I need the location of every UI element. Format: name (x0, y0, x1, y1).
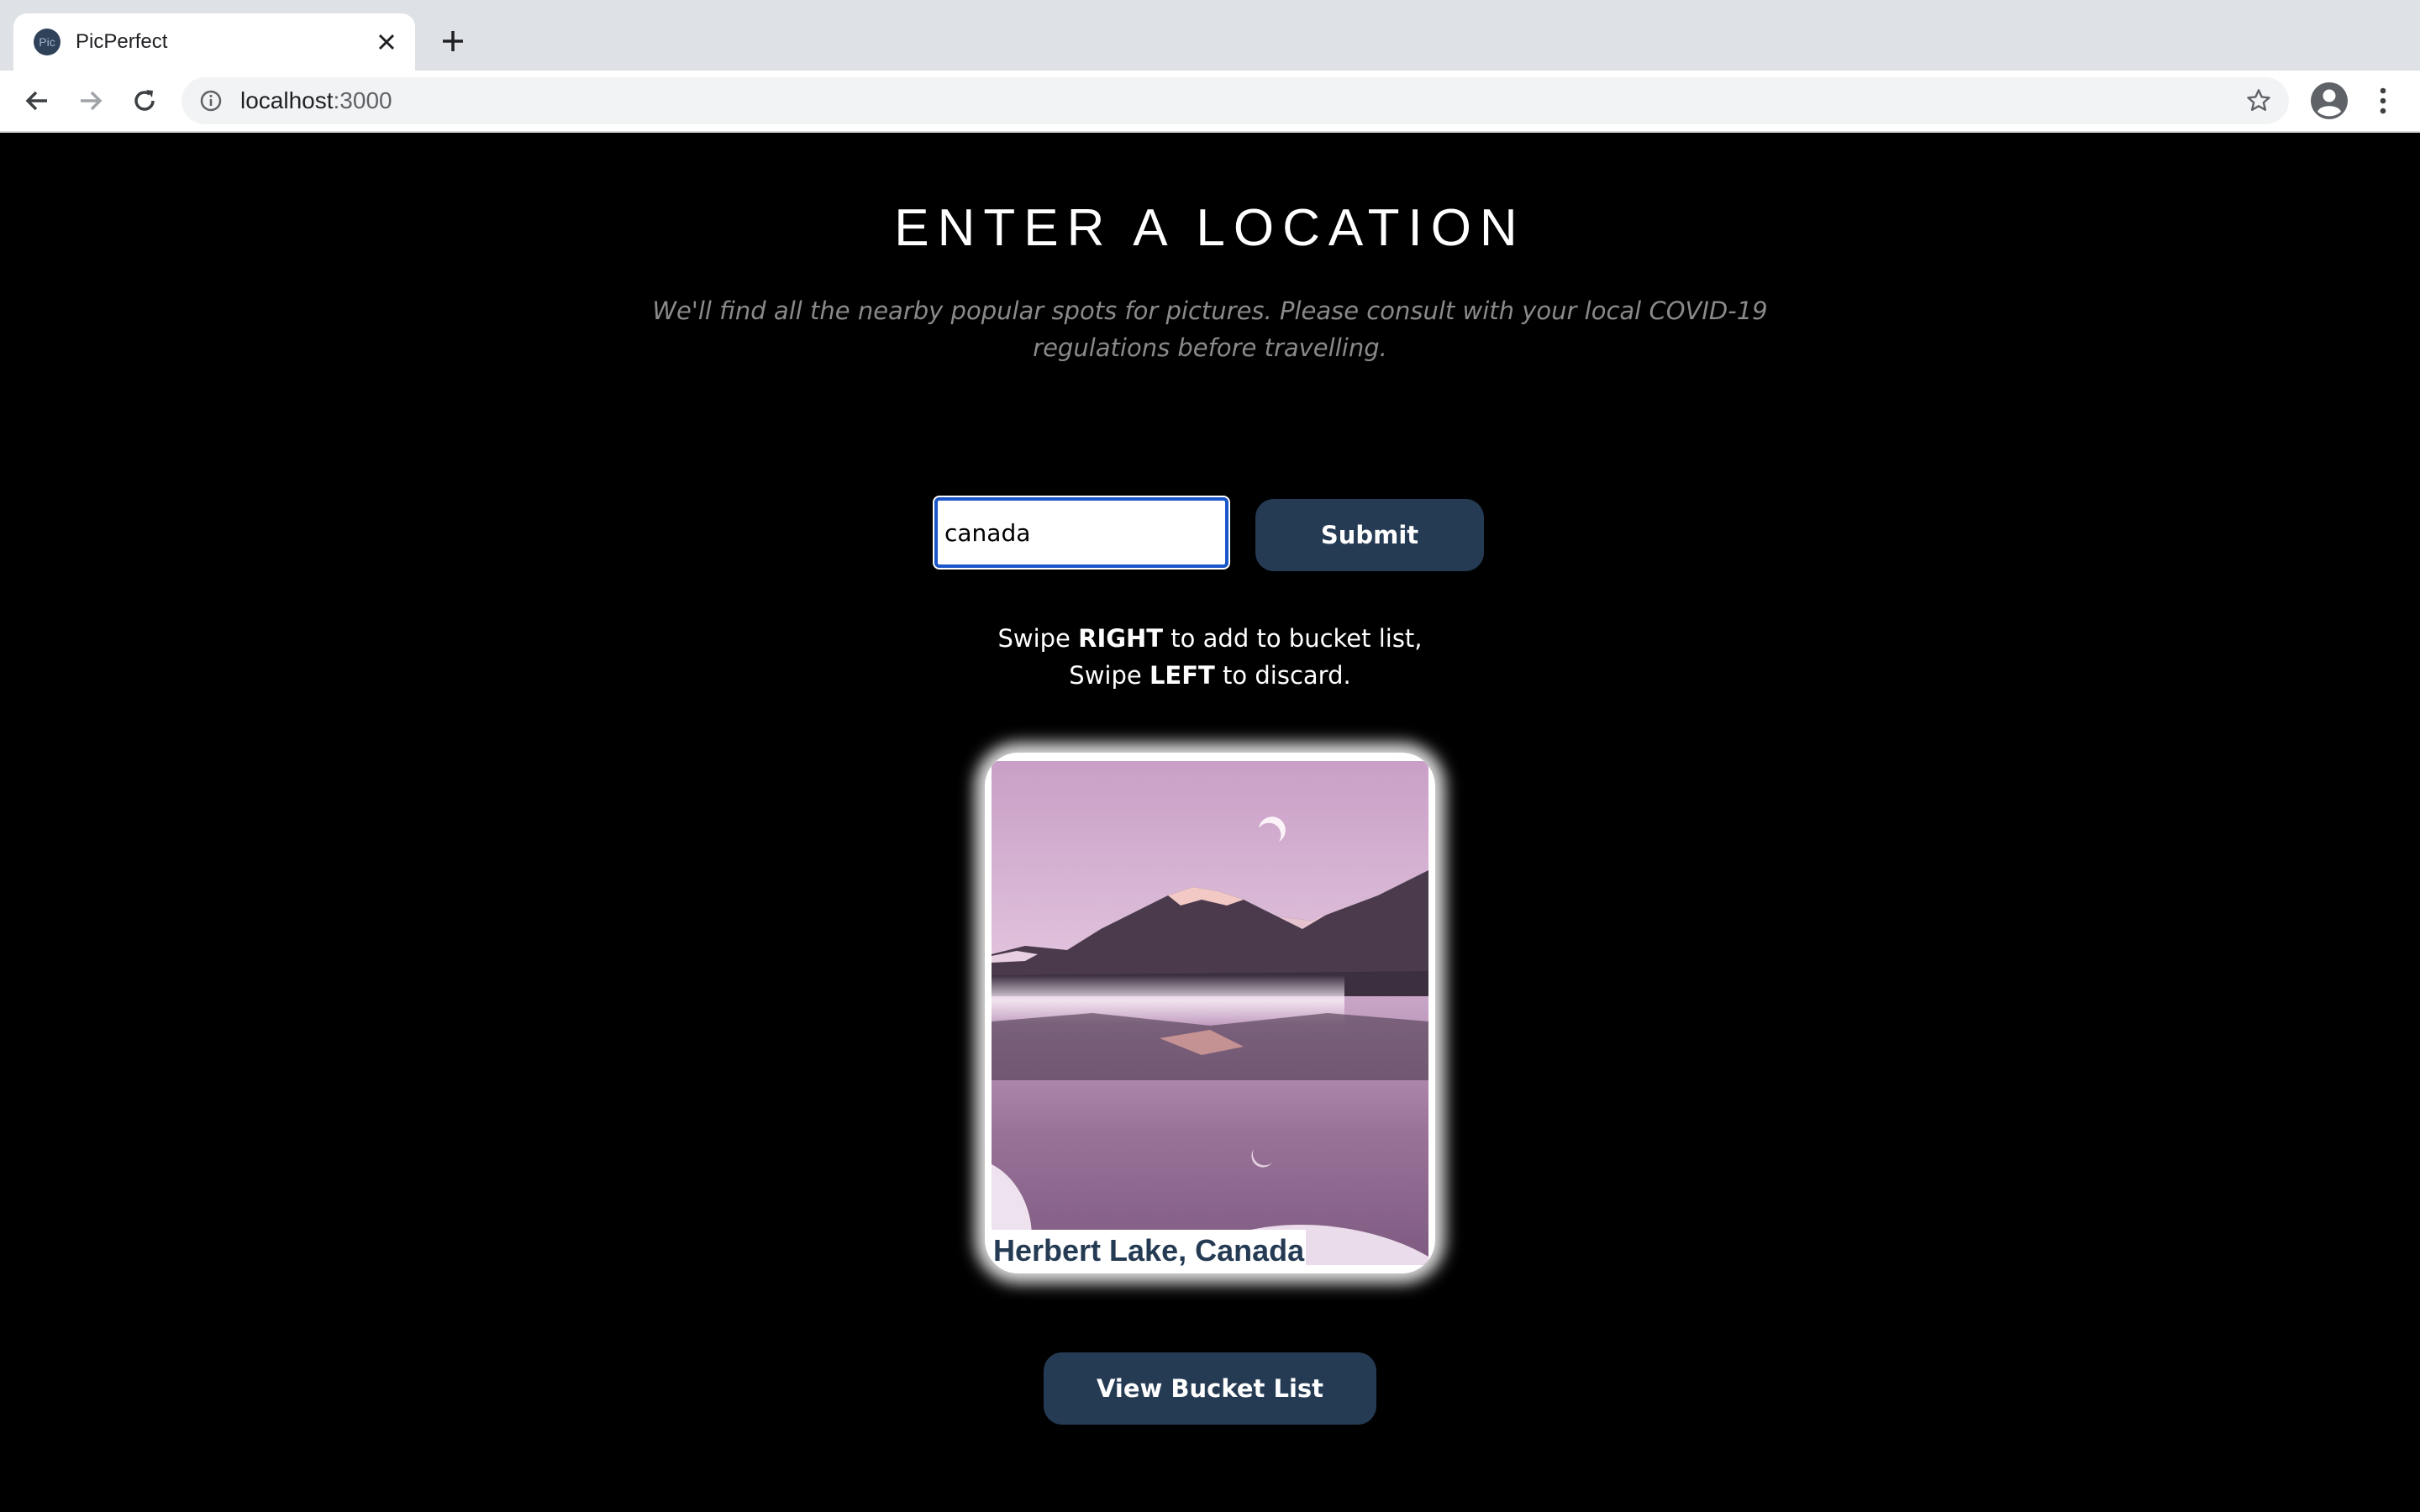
bookmark-star-icon[interactable] (2244, 86, 2274, 116)
instruction-line-right: Swipe RIGHT to add to bucket list, (0, 620, 2420, 657)
instruction-text: to discard. (1214, 661, 1351, 690)
url-port: :3000 (333, 87, 392, 113)
browser-toolbar: localhost:3000 (0, 71, 2420, 133)
new-tab-icon[interactable] (434, 22, 472, 60)
site-info-icon[interactable] (198, 88, 224, 113)
instruction-text: to add to bucket list, (1163, 624, 1423, 653)
favicon-text: Pic (39, 35, 55, 49)
browser-menu-icon[interactable] (2366, 81, 2400, 121)
page-subtitle: We'll find all the nearby popular spots … (652, 297, 1768, 362)
close-tab-icon[interactable] (370, 25, 403, 59)
address-bar[interactable]: localhost:3000 (182, 77, 2289, 124)
instruction-left-keyword: LEFT (1149, 661, 1215, 690)
instruction-line-left: Swipe LEFT to discard. (0, 657, 2420, 694)
url-host: localhost (240, 87, 334, 113)
browser-tab[interactable]: Pic PicPerfect (13, 13, 415, 71)
swipe-card[interactable]: Herbert Lake, Canada (985, 753, 1435, 1273)
instruction-right-keyword: RIGHT (1078, 624, 1164, 653)
location-photo (992, 761, 1428, 1265)
forward-icon[interactable] (71, 81, 111, 121)
location-caption: Herbert Lake, Canada (992, 1230, 1307, 1272)
tab-title: PicPerfect (76, 30, 168, 53)
reload-icon[interactable] (124, 81, 165, 121)
instruction-text: Swipe (1069, 661, 1150, 690)
instruction-text: Swipe (997, 624, 1079, 653)
swipe-instructions: Swipe RIGHT to add to bucket list, Swipe… (0, 620, 2420, 694)
view-bucket-list-button[interactable]: View Bucket List (1044, 1352, 1376, 1425)
favicon-icon: Pic (34, 29, 60, 55)
browser-tab-strip: Pic PicPerfect (0, 0, 2420, 71)
page-content: ENTER A LOCATION We'll find all the near… (0, 133, 2420, 1512)
back-icon[interactable] (17, 81, 57, 121)
profile-avatar-icon[interactable] (2309, 81, 2349, 121)
page-title: ENTER A LOCATION (894, 199, 1526, 257)
submit-button[interactable]: Submit (1255, 499, 1484, 571)
url-text: localhost:3000 (240, 87, 392, 114)
location-search-input[interactable] (933, 496, 1230, 570)
